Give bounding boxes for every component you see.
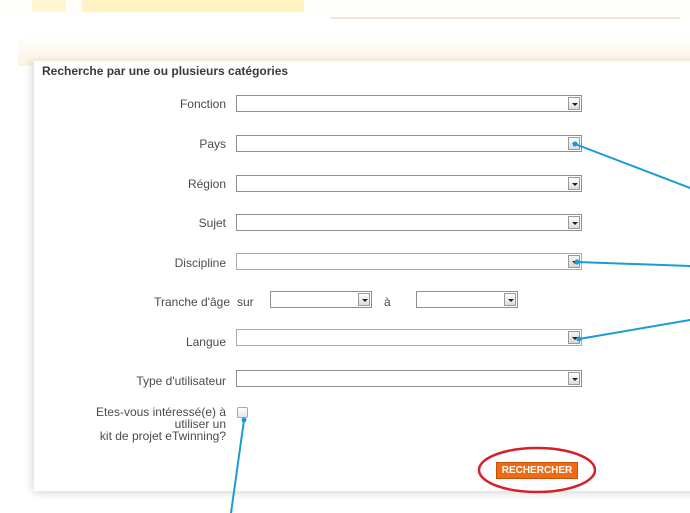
field-label-user-type: Type d'utilisateur (136, 374, 226, 388)
age-to-select[interactable] (416, 291, 518, 308)
field-label-langue: Langue (185, 335, 226, 349)
section-title: Recherche par une ou plusieurs catégorie… (42, 64, 289, 78)
search-button[interactable]: RECHERCHER (496, 462, 578, 479)
etwinning-kit-label: Etes-vous intéressé(e) à utiliser un kit… (46, 406, 226, 442)
sujet-select[interactable] (236, 214, 582, 231)
field-label-sujet: Sujet (198, 216, 226, 230)
top-tab (82, 0, 304, 12)
region-select[interactable] (236, 175, 582, 192)
field-label-age-range: Tranche d'âge (154, 295, 230, 309)
field-label-fonction: Fonction (179, 97, 226, 111)
pays-select[interactable] (236, 135, 582, 152)
top-divider (330, 17, 680, 19)
chevron-down-icon[interactable] (568, 255, 580, 268)
etwinning-kit-label-line: kit de projet eTwinning? (99, 429, 226, 443)
fonction-select[interactable] (236, 95, 582, 112)
age-range-separator: à (384, 295, 391, 309)
chevron-down-icon[interactable] (568, 372, 580, 385)
chevron-down-icon[interactable] (568, 137, 580, 150)
langue-select[interactable] (236, 329, 582, 346)
age-range-prefix: sur (237, 295, 254, 309)
user-type-select[interactable] (236, 370, 582, 387)
chevron-down-icon[interactable] (568, 97, 580, 110)
chevron-down-icon[interactable] (568, 216, 580, 229)
top-tab (32, 0, 66, 12)
etwinning-kit-checkbox[interactable] (237, 407, 248, 418)
field-label-pays: Pays (199, 137, 226, 151)
field-label-region: Région (187, 177, 226, 191)
field-label-discipline: Discipline (174, 256, 226, 270)
chevron-down-icon[interactable] (568, 331, 580, 344)
discipline-select[interactable] (236, 253, 582, 270)
age-from-select[interactable] (270, 291, 372, 308)
chevron-down-icon[interactable] (504, 293, 516, 306)
chevron-down-icon[interactable] (358, 293, 370, 306)
chevron-down-icon[interactable] (568, 177, 580, 190)
